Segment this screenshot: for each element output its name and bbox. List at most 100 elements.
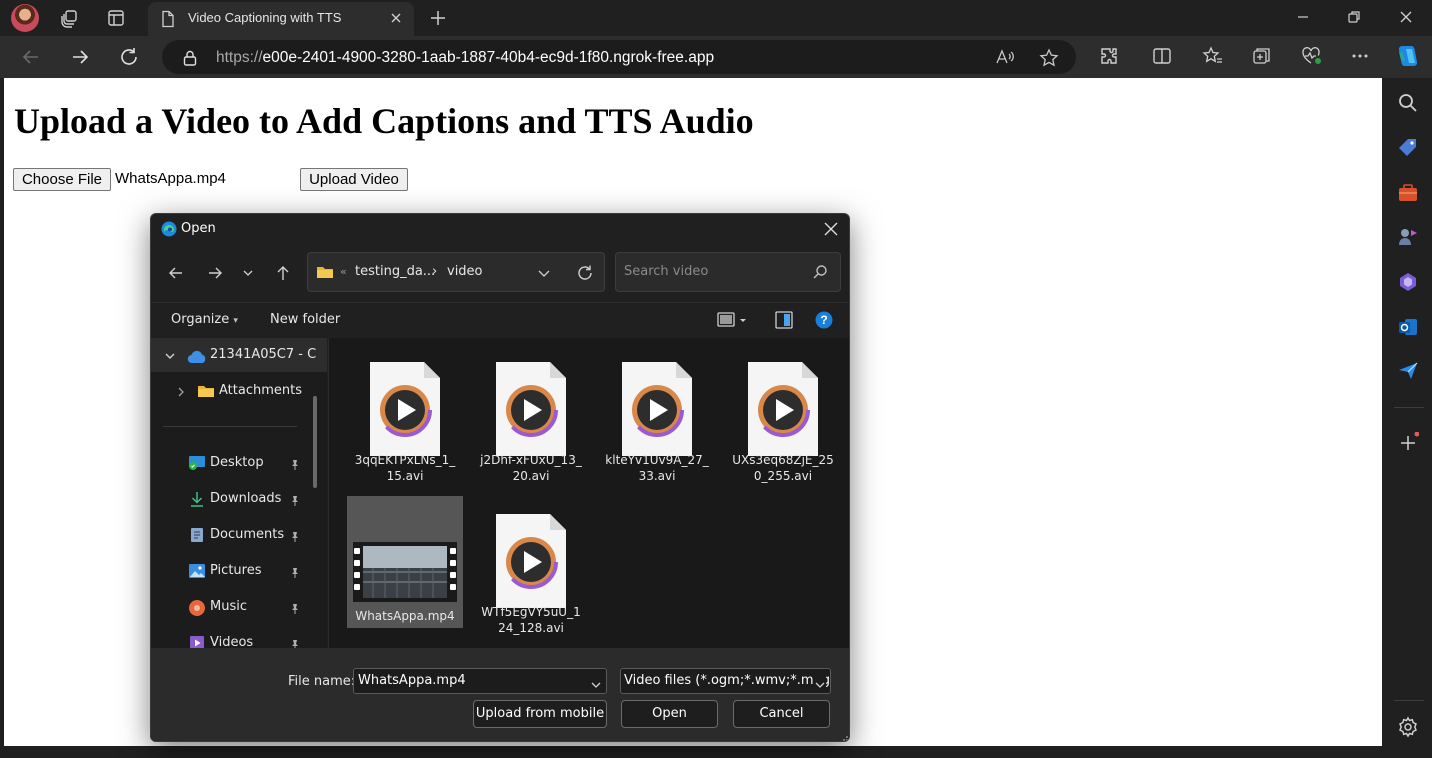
nav-label: 21341A05C7 - C (210, 347, 317, 362)
search-input[interactable] (624, 264, 804, 279)
nav-item-attachments[interactable]: Attachments (151, 374, 327, 408)
address-bar[interactable]: https://e00e-2401-4900-3280-1aab-1887-40… (162, 40, 1076, 74)
send-icon[interactable] (1397, 360, 1419, 382)
dialog-forward-icon[interactable] (206, 264, 224, 286)
breadcrumb-history-chevron-icon[interactable] (536, 265, 552, 285)
taskbar-strip (0, 746, 1386, 758)
read-aloud-icon[interactable] (995, 48, 1015, 70)
page-heading: Upload a Video to Add Captions and TTS A… (14, 101, 754, 141)
navigation-pane: 21341A05C7 - C Attachments Desktop Downl… (151, 338, 327, 648)
pin-icon[interactable] (289, 564, 301, 583)
tools-icon[interactable] (1397, 182, 1419, 204)
video-thumbnail (353, 542, 457, 602)
nav-scrollbar[interactable] (313, 396, 317, 488)
sidebar-divider (1394, 407, 1424, 408)
favorites-icon[interactable] (1202, 46, 1224, 70)
collapsed-chevron-icon[interactable] (175, 384, 187, 403)
window-close-icon[interactable] (1397, 8, 1415, 30)
dialog-search-icon[interactable] (812, 264, 828, 284)
collections-icon[interactable] (1251, 46, 1273, 70)
search-box[interactable] (615, 252, 841, 292)
recent-locations-chevron-icon[interactable] (241, 264, 255, 286)
up-folder-icon[interactable] (274, 264, 292, 286)
pin-icon[interactable] (289, 600, 301, 619)
nav-item-documents[interactable]: Documents (151, 518, 327, 552)
pin-icon[interactable] (289, 528, 301, 547)
tab-close-icon[interactable] (388, 10, 404, 30)
refresh-icon[interactable] (118, 46, 140, 72)
file-type-dropdown-icon[interactable] (814, 676, 826, 693)
new-tab-icon[interactable] (428, 8, 448, 32)
url-text: https://e00e-2401-4900-3280-1aab-1887-40… (216, 49, 715, 66)
dialog-back-icon[interactable] (167, 264, 185, 286)
nav-label: Desktop (210, 455, 264, 470)
file-name-dropdown-icon[interactable] (590, 676, 602, 695)
dialog-close-icon[interactable] (823, 221, 839, 241)
browser-essentials-icon[interactable] (1301, 46, 1323, 70)
profile-avatar[interactable] (11, 4, 39, 32)
svg-text:?: ? (820, 313, 827, 327)
copilot-sidebar-icon[interactable] (1397, 271, 1419, 293)
downloads-icon (189, 491, 205, 511)
cancel-button[interactable]: Cancel (733, 700, 830, 728)
help-icon[interactable]: ? (815, 311, 833, 333)
extensions-icon[interactable] (1099, 46, 1119, 70)
pin-icon[interactable] (289, 456, 301, 475)
workspaces-icon[interactable] (59, 8, 79, 28)
back-icon[interactable] (20, 46, 42, 72)
upload-video-button[interactable]: Upload Video (300, 168, 408, 191)
address-breadcrumb[interactable]: « testing_da... › video (307, 252, 605, 292)
open-button[interactable]: Open (621, 700, 718, 728)
file-item[interactable]: WTf5EgVY5uU_1 24_128.avi (473, 500, 589, 635)
tab-strip: Video Captioning with TTS (0, 0, 1432, 36)
breadcrumb-current[interactable]: video (447, 264, 483, 279)
tab-video-captioning[interactable]: Video Captioning with TTS (148, 2, 414, 36)
favorite-star-icon[interactable] (1039, 48, 1059, 72)
games-icon[interactable] (1397, 226, 1419, 248)
breadcrumb-parent[interactable]: testing_da... (355, 264, 435, 279)
add-sidebar-app-icon[interactable] (1397, 431, 1420, 454)
file-name-value[interactable]: WhatsAppa.mp4 (358, 673, 466, 688)
expanded-chevron-icon[interactable] (163, 348, 177, 367)
view-options-icon[interactable] (717, 311, 747, 333)
preview-pane-icon[interactable] (775, 311, 793, 333)
resize-grip-icon[interactable] (839, 730, 849, 741)
organize-menu[interactable]: Organize ▾ (171, 312, 238, 327)
folder-icon (197, 383, 215, 403)
nav-separator (163, 426, 297, 427)
upload-from-mobile-button[interactable]: Upload from mobile (473, 700, 607, 728)
forward-icon[interactable] (69, 46, 91, 72)
outlook-icon[interactable] (1397, 316, 1419, 338)
search-icon[interactable] (1397, 92, 1419, 114)
vertical-tabs-icon[interactable] (106, 8, 126, 28)
shopping-tag-icon[interactable] (1397, 137, 1419, 159)
nav-item-desktop[interactable]: Desktop (151, 446, 327, 480)
choose-file-button[interactable]: Choose File (13, 168, 111, 191)
nav-item-music[interactable]: Music (151, 590, 327, 624)
more-menu-icon[interactable] (1350, 46, 1370, 70)
nav-label: Attachments (219, 383, 302, 398)
nav-item-onedrive[interactable]: 21341A05C7 - C (151, 338, 327, 372)
file-item[interactable]: UXs3eq68ZjE_25 0_255.avi (725, 348, 841, 483)
split-screen-icon[interactable] (1152, 46, 1172, 70)
file-item-selected[interactable]: WhatsAppa.mp4 (347, 496, 463, 628)
file-item[interactable]: klteYv1Uv9A_27_ 33.avi (599, 348, 715, 483)
video-file-icon (370, 362, 440, 456)
lock-icon[interactable] (182, 49, 198, 71)
pin-icon[interactable] (289, 492, 301, 511)
restore-icon[interactable] (1345, 8, 1363, 30)
sidebar-settings-gear-icon[interactable] (1397, 716, 1419, 738)
copilot-icon[interactable] (1394, 43, 1420, 73)
file-name-field[interactable]: WhatsAppa.mp4 (353, 668, 607, 694)
nav-item-pictures[interactable]: Pictures (151, 554, 327, 588)
file-type-select[interactable]: Video files (*.ogm;*.wmv;*.mpg (620, 668, 831, 694)
breadcrumb-overflow[interactable]: « (340, 265, 347, 278)
file-item[interactable]: j2Dhf-xFUxU_13_ 20.avi (473, 348, 589, 483)
nav-item-videos[interactable]: Videos (151, 626, 327, 648)
pin-icon[interactable] (289, 636, 301, 648)
new-folder-button[interactable]: New folder (270, 312, 340, 327)
file-item[interactable]: 3qqEKTPxLNs_1_ 15.avi (347, 348, 463, 483)
nav-item-downloads[interactable]: Downloads (151, 482, 327, 516)
minimize-icon[interactable] (1294, 8, 1312, 30)
refresh-folder-icon[interactable] (576, 264, 594, 286)
